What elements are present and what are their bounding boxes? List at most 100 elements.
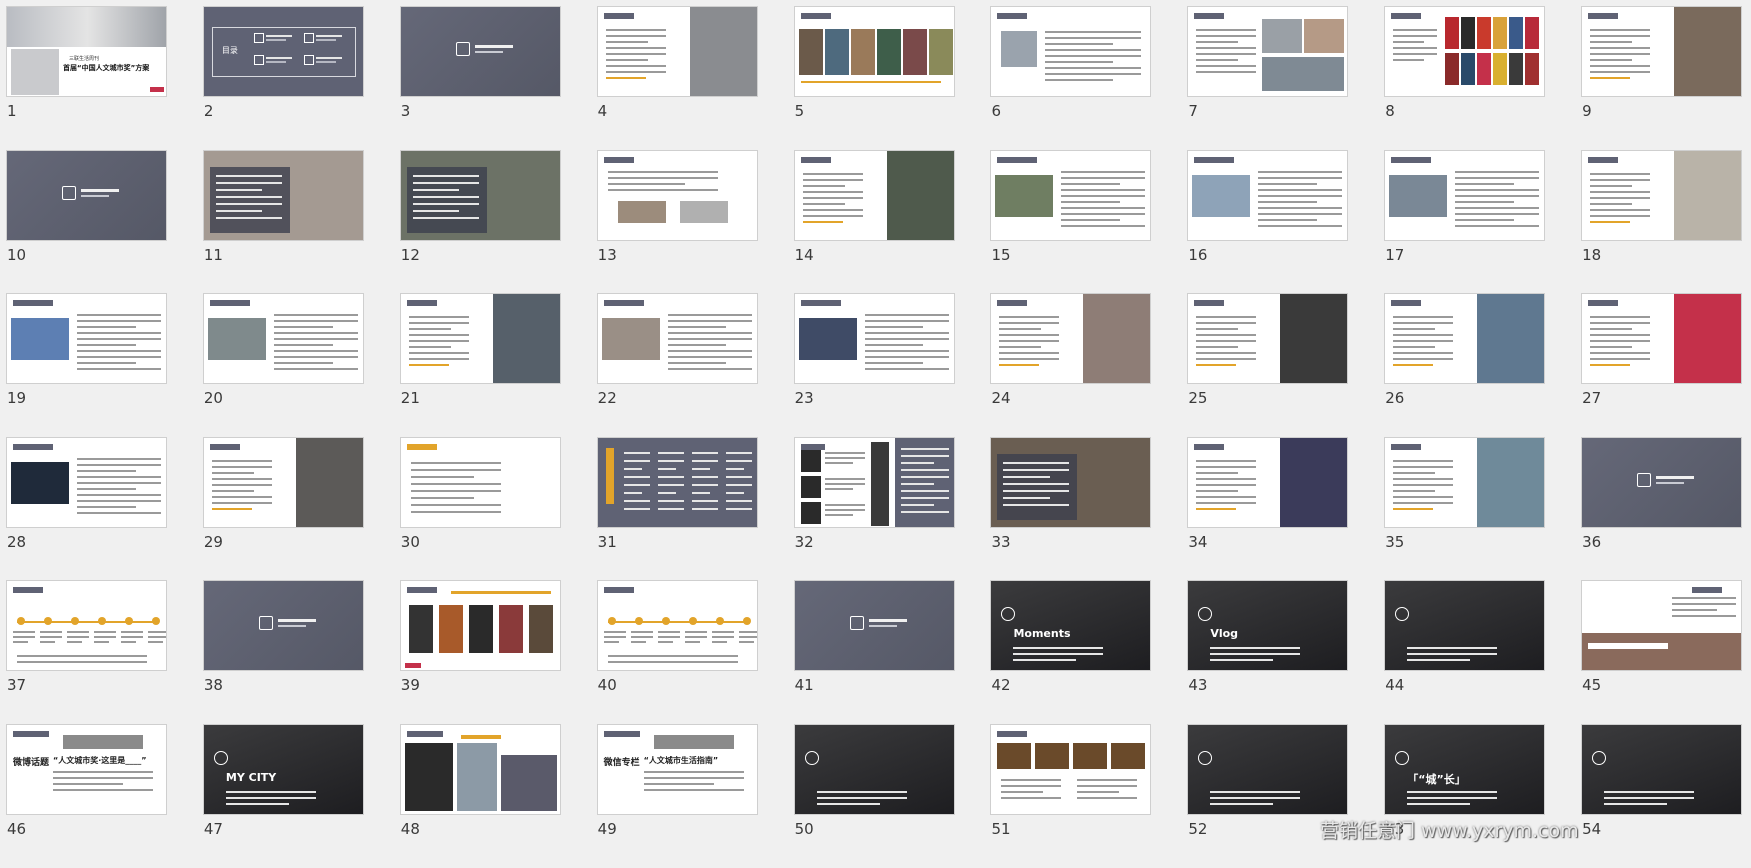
slide-preview[interactable]: [596, 149, 758, 241]
slide-preview[interactable]: [793, 580, 955, 672]
slide-thumbnail[interactable]: Moments 42: [990, 580, 1187, 724]
slide-thumbnail[interactable]: 目录 2: [202, 6, 400, 150]
slide-preview[interactable]: [1187, 6, 1349, 97]
slide-thumbnail[interactable]: 3: [399, 6, 597, 150]
slide-thumbnail[interactable]: 6: [990, 6, 1187, 150]
slide-preview[interactable]: Moments: [990, 580, 1152, 672]
slide-preview[interactable]: [1384, 6, 1546, 97]
slide-preview[interactable]: [596, 580, 758, 672]
slide-thumbnail[interactable]: 34: [1187, 436, 1384, 581]
slide-preview[interactable]: [399, 6, 561, 97]
slide-preview[interactable]: [1581, 6, 1743, 97]
slide-thumbnail[interactable]: 13: [596, 149, 794, 294]
slide-preview[interactable]: [6, 293, 167, 385]
slide-preview[interactable]: [399, 149, 561, 241]
slide-preview[interactable]: [793, 6, 955, 97]
slide-thumbnail[interactable]: 30: [399, 436, 597, 581]
slide-thumbnail[interactable]: 24: [990, 293, 1187, 437]
slide-thumbnail[interactable]: 「“城”长」 53: [1384, 723, 1581, 868]
slide-thumbnail[interactable]: Vlog 43: [1187, 580, 1384, 724]
slide-preview[interactable]: [990, 293, 1152, 385]
slide-thumbnail[interactable]: 26: [1384, 293, 1581, 437]
slide-thumbnail[interactable]: 15: [990, 149, 1187, 294]
slide-preview[interactable]: [6, 436, 167, 528]
slide-preview[interactable]: [6, 580, 167, 672]
slide-thumbnail[interactable]: 45: [1581, 580, 1751, 724]
slide-preview[interactable]: [990, 6, 1152, 97]
slide-thumbnail[interactable]: 38: [202, 580, 400, 724]
slide-preview[interactable]: [202, 580, 364, 672]
slide-preview[interactable]: [399, 580, 561, 672]
slide-preview[interactable]: [1187, 293, 1349, 385]
slide-thumbnail[interactable]: 22: [596, 293, 794, 437]
slide-thumbnail[interactable]: 18: [1581, 149, 1751, 294]
slide-preview[interactable]: [596, 6, 758, 97]
slide-thumbnail[interactable]: MY CITY 47: [202, 723, 400, 868]
slide-preview[interactable]: [793, 293, 955, 385]
slide-thumbnail[interactable]: 4: [596, 6, 794, 150]
slide-preview[interactable]: Vlog: [1187, 580, 1349, 672]
slide-thumbnail[interactable]: 52: [1187, 723, 1384, 868]
slide-preview[interactable]: [1384, 580, 1546, 672]
slide-thumbnail[interactable]: 12: [399, 149, 597, 294]
slide-preview[interactable]: [1581, 436, 1743, 528]
slide-preview[interactable]: [596, 293, 758, 385]
slide-preview[interactable]: [6, 149, 167, 241]
slide-preview[interactable]: [1384, 436, 1546, 528]
slide-preview[interactable]: [793, 436, 955, 528]
slide-preview[interactable]: [399, 293, 561, 385]
slide-thumbnail[interactable]: 50: [793, 723, 991, 868]
slide-thumbnail[interactable]: 5: [793, 6, 991, 150]
slide-thumbnail[interactable]: 7: [1187, 6, 1384, 150]
slide-preview[interactable]: [1187, 149, 1349, 241]
slide-thumbnail[interactable]: 8: [1384, 6, 1581, 150]
slide-thumbnail[interactable]: 40: [596, 580, 794, 724]
slide-preview[interactable]: 「“城”长」: [1384, 723, 1546, 815]
slide-thumbnail[interactable]: 31: [596, 436, 794, 581]
slide-preview[interactable]: [399, 723, 561, 815]
slide-thumbnail[interactable]: 35: [1384, 436, 1581, 581]
slide-preview[interactable]: [793, 149, 955, 241]
slide-thumbnail[interactable]: 54: [1581, 723, 1751, 868]
slide-preview[interactable]: [1187, 723, 1349, 815]
slide-thumbnail[interactable]: 29: [202, 436, 400, 581]
slide-preview[interactable]: MY CITY: [202, 723, 364, 815]
slide-thumbnail[interactable]: 41: [793, 580, 991, 724]
slide-thumbnail[interactable]: 21: [399, 293, 597, 437]
slide-preview[interactable]: [202, 149, 364, 241]
slide-thumbnail[interactable]: 37: [6, 580, 203, 724]
slide-thumbnail[interactable]: 20: [202, 293, 400, 437]
slide-thumbnail[interactable]: 36: [1581, 436, 1751, 581]
slide-thumbnail[interactable]: 14: [793, 149, 991, 294]
slide-thumbnail[interactable]: 51: [990, 723, 1187, 868]
slide-preview[interactable]: [793, 723, 955, 815]
slide-thumbnail[interactable]: 48: [399, 723, 597, 868]
slide-preview[interactable]: [1581, 723, 1743, 815]
slide-thumbnail[interactable]: 33: [990, 436, 1187, 581]
slide-thumbnail[interactable]: 微信专栏 “人文城市生活指南” 49: [596, 723, 794, 868]
slide-thumbnail[interactable]: 39: [399, 580, 597, 724]
slide-preview[interactable]: 微博话题 “人文城市奖·这里是____”: [6, 723, 167, 815]
slide-preview[interactable]: [1384, 149, 1546, 241]
slide-preview[interactable]: [990, 149, 1152, 241]
slide-thumbnail[interactable]: 32: [793, 436, 991, 581]
slide-preview[interactable]: 三联生活周刊 首届“中国人文城市奖”方案: [6, 6, 167, 97]
slide-preview[interactable]: [1187, 436, 1349, 528]
slide-preview[interactable]: [399, 436, 561, 528]
slide-preview[interactable]: [1581, 293, 1743, 385]
slide-preview[interactable]: 目录: [202, 6, 364, 97]
slide-thumbnail[interactable]: 16: [1187, 149, 1384, 294]
slide-thumbnail[interactable]: 9: [1581, 6, 1751, 150]
slide-thumbnail[interactable]: 27: [1581, 293, 1751, 437]
slide-thumbnail[interactable]: 微博话题 “人文城市奖·这里是____” 46: [6, 723, 203, 868]
slide-preview[interactable]: [1581, 149, 1743, 241]
slide-thumbnail[interactable]: 17: [1384, 149, 1581, 294]
slide-preview[interactable]: [202, 293, 364, 385]
slide-preview[interactable]: 微信专栏 “人文城市生活指南”: [596, 723, 758, 815]
slide-thumbnail[interactable]: 11: [202, 149, 400, 294]
slide-preview[interactable]: [1384, 293, 1546, 385]
slide-preview[interactable]: [596, 436, 758, 528]
slide-thumbnail[interactable]: 28: [6, 436, 203, 581]
slide-thumbnail[interactable]: 44: [1384, 580, 1581, 724]
slide-thumbnail[interactable]: 23: [793, 293, 991, 437]
